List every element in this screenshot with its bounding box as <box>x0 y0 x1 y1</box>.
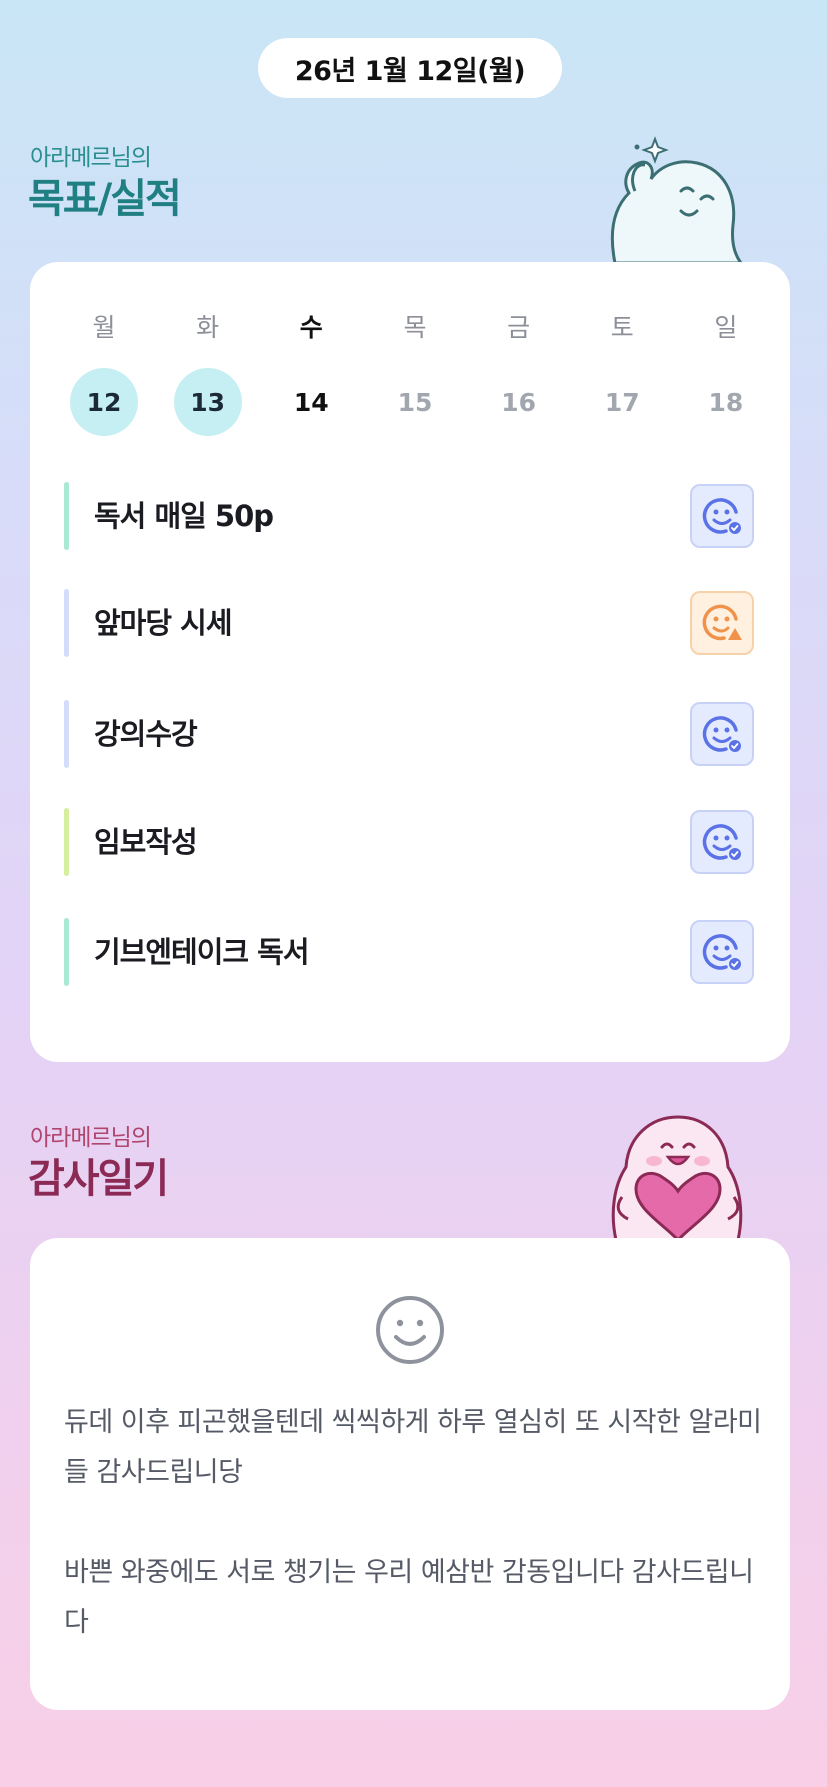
goal-status-button[interactable] <box>690 920 754 984</box>
goal-color-bar <box>64 918 69 986</box>
smile-check-icon <box>702 934 741 970</box>
day-tue[interactable]: 화 13 <box>172 310 244 436</box>
goal-color-bar <box>64 808 69 876</box>
day-number: 12 <box>70 368 138 436</box>
goal-label: 임보작성 <box>94 825 198 859</box>
day-sun[interactable]: 일 18 <box>690 310 762 436</box>
day-name: 토 <box>610 313 634 342</box>
gratitude-paragraph: 바쁜 와중에도 서로 챙기는 우리 예삼반 감동입니다 감사드립니다 <box>64 1557 754 1638</box>
goal-label: 기브엔테이크 독서 <box>94 935 310 969</box>
goals-section-title: 목표/실적 <box>28 176 182 222</box>
goal-item[interactable]: 독서 매일 50p <box>64 480 754 552</box>
smile-check-icon <box>702 498 741 534</box>
date-label: 26년 1월 12일(월) <box>294 55 526 87</box>
day-number: 13 <box>173 368 242 436</box>
day-mon[interactable]: 월 12 <box>68 310 140 436</box>
goal-status-button[interactable] <box>690 591 754 655</box>
day-sat[interactable]: 토 17 <box>586 310 658 436</box>
goal-label: 강의수강 <box>94 717 198 751</box>
smile-face-icon <box>376 1296 444 1364</box>
heart-mascot-icon <box>611 1115 743 1240</box>
week-selector: 월 12 화 13 수 14 목 15 금 16 토 17 일 18 <box>68 310 762 436</box>
day-fri[interactable]: 금 16 <box>483 310 555 436</box>
day-name: 금 <box>507 313 531 342</box>
goal-color-bar <box>64 589 69 657</box>
goal-status-button[interactable] <box>690 810 754 874</box>
goal-item[interactable]: 임보작성 <box>64 806 754 878</box>
gratitude-paragraph: 듀데 이후 피곤했을텐데 씩씩하게 하루 열심히 또 시작한 알라미들 감사드립… <box>64 1407 762 1488</box>
day-name: 일 <box>714 313 738 342</box>
gratitude-card: 듀데 이후 피곤했을텐데 씩씩하게 하루 열심히 또 시작한 알라미들 감사드립… <box>30 1238 790 1710</box>
goal-item[interactable]: 기브엔테이크 독서 <box>64 916 754 988</box>
day-number: 14 <box>293 387 329 417</box>
gratitude-entry: 듀데 이후 피곤했을텐데 씩씩하게 하루 열심히 또 시작한 알라미들 감사드립… <box>64 1398 764 1698</box>
goals-card: 월 12 화 13 수 14 목 15 금 16 토 17 일 18 독서 매일 <box>30 262 790 1062</box>
goal-color-bar <box>64 700 69 768</box>
day-number: 15 <box>397 387 433 417</box>
day-thu[interactable]: 목 15 <box>379 310 451 436</box>
waving-mascot-icon <box>610 136 743 263</box>
goal-item[interactable]: 앞마당 시세 <box>64 587 754 659</box>
day-number: 18 <box>708 387 744 417</box>
smile-warning-icon <box>702 604 742 641</box>
smile-check-icon <box>702 824 741 860</box>
goal-status-button[interactable] <box>690 702 754 766</box>
day-number: 17 <box>604 387 640 417</box>
day-name: 목 <box>403 313 427 342</box>
gratitude-section-title: 감사일기 <box>28 1156 169 1202</box>
goal-label: 앞마당 시세 <box>94 606 232 640</box>
day-number: 16 <box>501 387 537 417</box>
date-selector[interactable]: 26년 1월 12일(월) <box>258 38 562 98</box>
day-name: 화 <box>196 313 220 342</box>
day-name: 월 <box>92 313 116 342</box>
goal-item[interactable]: 강의수강 <box>64 698 754 770</box>
smile-check-icon <box>702 716 741 752</box>
goal-status-button[interactable] <box>690 484 754 548</box>
day-name: 수 <box>299 313 323 342</box>
goal-label: 독서 매일 50p <box>94 499 274 533</box>
goal-color-bar <box>64 482 69 550</box>
day-wed[interactable]: 수 14 <box>275 310 347 436</box>
